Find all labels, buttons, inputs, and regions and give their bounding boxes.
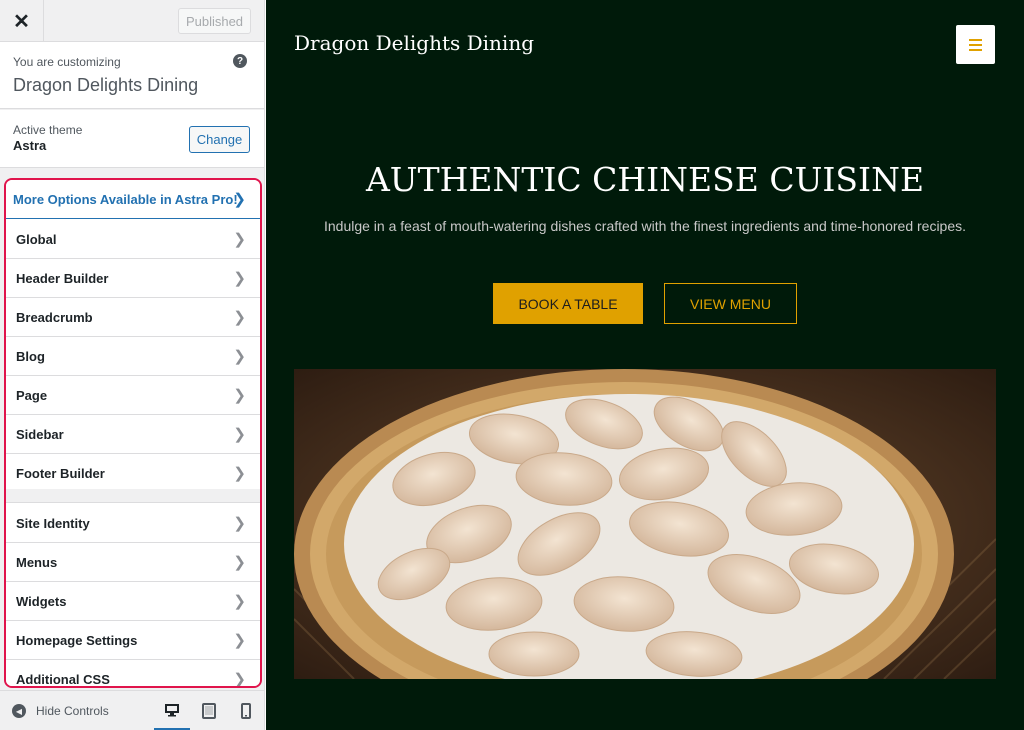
chevron-right-icon: ❯: [233, 426, 246, 443]
customizing-label: You are customizing: [13, 55, 121, 69]
menu-item-label: Widgets: [16, 593, 67, 609]
menu-item-additional-css[interactable]: Additional CSS ❯: [6, 660, 260, 688]
hero-subtitle: Indulge in a feast of mouth-watering dis…: [323, 218, 967, 234]
menu-item-label: More Options Available in Astra Pro!: [13, 191, 238, 207]
menu-item-page[interactable]: Page ❯: [6, 376, 260, 415]
chevron-right-icon: ❯: [233, 387, 246, 404]
site-brand[interactable]: Dragon Delights Dining: [294, 31, 534, 55]
menu-item-label: Footer Builder: [16, 465, 105, 481]
active-theme-label: Active theme: [13, 123, 83, 137]
help-icon[interactable]: ?: [233, 54, 247, 68]
menu-item-site-identity[interactable]: Site Identity ❯: [6, 504, 260, 543]
menu-item-homepage-settings[interactable]: Homepage Settings ❯: [6, 621, 260, 660]
chevron-right-icon: ❯: [233, 191, 246, 208]
customize-info-panel: You are customizing Dragon Delights Dini…: [0, 42, 264, 109]
menu-item-header-builder[interactable]: Header Builder ❯: [6, 259, 260, 298]
menu-item-menus[interactable]: Menus ❯: [6, 543, 260, 582]
menu-item-label: Menus: [16, 554, 58, 570]
menu-item-label: Page: [16, 387, 48, 403]
change-theme-button[interactable]: Change: [189, 126, 250, 153]
customizer-topbar: ✕ Published: [0, 0, 264, 42]
site-preview: Dragon Delights Dining AUTHENTIC CHINESE…: [266, 0, 1024, 730]
view-menu-button[interactable]: VIEW MENU: [664, 283, 797, 324]
menu-item-label: Header Builder: [16, 270, 109, 286]
hide-controls-button[interactable]: Hide Controls: [36, 704, 109, 718]
customizer-sidebar: ✕ Published You are customizing Dragon D…: [0, 0, 265, 730]
chevron-right-icon: ❯: [233, 348, 246, 365]
menu-item-global[interactable]: Global ❯: [6, 220, 260, 259]
menu-item-label: Sidebar: [16, 426, 64, 442]
site-title: Dragon Delights Dining: [13, 75, 199, 95]
menu-item-blog[interactable]: Blog ❯: [6, 337, 260, 376]
astra-pro-link[interactable]: More Options Available in Astra Pro! ❯: [6, 180, 260, 219]
menu-item-label: Blog: [16, 348, 45, 364]
customizer-menu: More Options Available in Astra Pro! ❯ G…: [4, 178, 262, 688]
menu-item-label: Additional CSS: [16, 671, 110, 687]
hero-title: AUTHENTIC CHINESE CUISINE: [365, 160, 925, 199]
menu-item-widgets[interactable]: Widgets ❯: [6, 582, 260, 621]
chevron-right-icon: ❯: [233, 270, 246, 287]
theme-panel: Active theme Astra Change: [0, 110, 264, 168]
chevron-right-icon: ❯: [233, 515, 246, 532]
chevron-right-icon: ❯: [233, 309, 246, 326]
close-icon[interactable]: ✕: [0, 0, 44, 42]
chevron-right-icon: ❯: [233, 465, 246, 482]
hamburger-menu-icon[interactable]: [956, 25, 995, 64]
tablet-icon[interactable]: [191, 691, 227, 730]
theme-name: Astra: [13, 138, 47, 153]
menu-item-breadcrumb[interactable]: Breadcrumb ❯: [6, 298, 260, 337]
customizer-footer: ◀ Hide Controls: [0, 690, 264, 730]
chevron-right-icon: ❯: [233, 632, 246, 649]
menu-item-label: Site Identity: [16, 515, 90, 531]
menu-item-label: Breadcrumb: [16, 309, 93, 325]
menu-item-footer-builder[interactable]: Footer Builder ❯: [6, 454, 260, 493]
chevron-right-icon: ❯: [233, 231, 246, 248]
menu-item-label: Global: [16, 231, 57, 247]
desktop-icon[interactable]: [154, 691, 190, 730]
chevron-right-icon: ❯: [233, 671, 246, 688]
menu-item-sidebar[interactable]: Sidebar ❯: [6, 415, 260, 454]
menu-divider: [6, 489, 260, 503]
chevron-right-icon: ❯: [233, 554, 246, 571]
collapse-icon[interactable]: ◀: [12, 704, 26, 718]
published-button: Published: [178, 8, 251, 34]
menu-item-label: Homepage Settings: [16, 632, 138, 648]
mobile-icon[interactable]: [228, 691, 264, 730]
book-table-button[interactable]: BOOK A TABLE: [493, 283, 643, 324]
hero-image: [294, 369, 996, 679]
chevron-right-icon: ❯: [233, 593, 246, 610]
